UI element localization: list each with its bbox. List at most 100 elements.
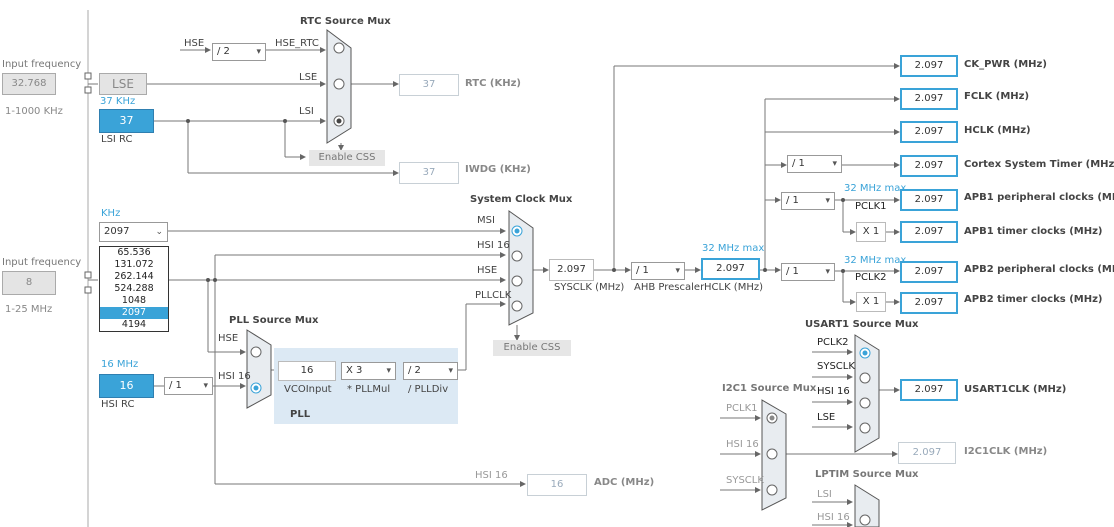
apb2-timer-label: APB2 timer clocks (MHz)	[964, 294, 1103, 305]
cortex-timer-divider-value: / 1	[792, 158, 805, 169]
pll-mux-shape	[246, 329, 272, 409]
pclk2-label: PCLK2	[855, 272, 887, 283]
hclk-out-value: 2.097	[900, 121, 958, 143]
apb2-timer-value: 2.097	[900, 292, 958, 314]
rtc-output-value: 37	[399, 74, 459, 96]
msi-option[interactable]: 4194	[100, 319, 168, 331]
hse-rtc-divider-select[interactable]: / 2 ▾	[212, 43, 266, 61]
rtc-enable-css-button[interactable]: Enable CSS	[309, 150, 385, 166]
cortex-timer-divider-select[interactable]: / 1 ▾	[787, 155, 842, 173]
adc-label: ADC (MHz)	[594, 477, 655, 488]
msi-option[interactable]: 524.288	[100, 283, 168, 295]
chevron-down-icon: ▾	[256, 47, 261, 57]
hclk-input-field[interactable]: 2.097	[701, 258, 760, 280]
rtc-hse-label: HSE	[184, 38, 205, 49]
apb2-max-label: 32 MHz max	[844, 255, 907, 266]
i2c1-pclk1-label: PCLK1	[726, 403, 758, 414]
pll-div-select[interactable]: / 2 ▾	[403, 362, 458, 380]
msi-option[interactable]: 1048	[100, 295, 168, 307]
hsi-rc-block[interactable]: 16	[99, 374, 154, 398]
hsi-divider-value: / 1	[169, 380, 182, 391]
apb1-peripheral-value: 2.097	[900, 189, 958, 211]
chevron-down-icon: ▾	[448, 366, 453, 376]
ahb-prescaler-select[interactable]: / 1 ▾	[631, 262, 685, 280]
msi-unit-label: KHz	[101, 208, 121, 219]
adc-value: 16	[527, 474, 587, 496]
msi-selected-value: 2097	[104, 226, 130, 237]
hse-range-label: 1-25 MHz	[5, 304, 53, 315]
lptim-mux-title: LPTIM Source Mux	[815, 469, 919, 480]
ahb-prescaler-label: AHB Prescaler	[634, 282, 705, 293]
pll-title: PLL	[290, 409, 311, 420]
apb1-timer-label: APB1 timer clocks (MHz)	[964, 226, 1103, 237]
sysclk-enable-css-button[interactable]: Enable CSS	[493, 340, 571, 356]
lsi-frequency-label: 37 KHz	[100, 96, 136, 107]
pll-mux-title: PLL Source Mux	[229, 315, 319, 326]
i2c1clk-value: 2.097	[898, 442, 956, 464]
msi-option[interactable]: 65.536	[100, 247, 168, 259]
pll-hse-label: HSE	[218, 333, 239, 344]
chevron-down-icon: ▾	[825, 196, 830, 206]
apb2-timer-multiplier: X 1	[856, 292, 886, 312]
usart1-mux-title: USART1 Source Mux	[805, 319, 919, 330]
ahb-prescaler-value: / 1	[636, 265, 649, 276]
hse-rtc-divider-value: / 2	[217, 46, 230, 57]
msi-option[interactable]: 131.072	[100, 259, 168, 271]
i2c1-hsi16-label: HSI 16	[726, 439, 759, 450]
apb1-prescaler-value: / 1	[786, 195, 799, 206]
chevron-down-icon: ▾	[825, 267, 830, 277]
usart1clk-label: USART1CLK (MHz)	[964, 384, 1067, 395]
apb1-prescaler-select[interactable]: / 1 ▾	[781, 192, 835, 210]
lse-range-label: 1-1000 KHz	[5, 106, 63, 117]
msi-dropdown-list: 65.536 131.072 262.144 524.288 1048 2097…	[99, 246, 169, 332]
vco-input-value: 16	[278, 361, 336, 381]
chevron-down-icon: ▾	[675, 266, 680, 276]
iwdg-output-label: IWDG (KHz)	[465, 164, 531, 175]
msi-option-selected[interactable]: 2097	[100, 307, 168, 319]
sysclk-value: 2.097	[549, 259, 594, 281]
hsi-divider-select[interactable]: / 1 ▾	[164, 377, 213, 395]
hse-frequency-input[interactable]: 8	[2, 271, 56, 295]
hclk-label: HCLK (MHz)	[704, 282, 764, 293]
ck-pwr-value: 2.097	[900, 55, 958, 77]
pll-mul-select[interactable]: X 3 ▾	[341, 362, 396, 380]
rtc-lse-label: LSE	[299, 72, 318, 83]
apb1-timer-multiplier: X 1	[856, 222, 886, 242]
sysclk-hse-label: HSE	[477, 265, 498, 276]
apb2-prescaler-select[interactable]: / 1 ▾	[781, 263, 835, 281]
sysclk-hsi16-label: HSI 16	[477, 240, 510, 251]
chevron-down-icon: ▾	[832, 159, 837, 169]
sysclk-label: SYSCLK (MHz)	[554, 282, 625, 293]
cortex-timer-label: Cortex System Timer (MHz)	[964, 159, 1114, 170]
apb1-max-label: 32 MHz max	[844, 183, 907, 194]
fclk-label: FCLK (MHz)	[964, 91, 1030, 102]
usart1-hsi16-label: HSI 16	[817, 386, 850, 397]
apb1-peripheral-label: APB1 peripheral clocks (MHz)	[964, 192, 1114, 203]
hsi-frequency-label: 16 MHz	[101, 359, 139, 370]
hsi-rc-label: HSI RC	[101, 399, 135, 410]
msi-option[interactable]: 262.144	[100, 271, 168, 283]
fclk-value: 2.097	[900, 88, 958, 110]
pclk1-label: PCLK1	[855, 201, 887, 212]
usart1-lse-label: LSE	[817, 412, 836, 423]
msi-frequency-select[interactable]: 2097 ⌄	[99, 222, 168, 242]
apb1-timer-value: 2.097	[900, 221, 958, 243]
usart1clk-value: 2.097	[900, 379, 958, 401]
iwdg-output-value: 37	[399, 162, 459, 184]
i2c1-sysclk-label: SYSCLK	[726, 475, 764, 486]
lse-frequency-input[interactable]: 32.768	[2, 73, 56, 95]
chevron-down-icon: ▾	[203, 381, 208, 391]
pll-mul-label: * PLLMul	[347, 384, 391, 395]
apb2-prescaler-value: / 1	[786, 266, 799, 277]
hclk-out-label: HCLK (MHz)	[964, 125, 1031, 136]
pll-div-label: / PLLDiv	[408, 384, 449, 395]
hse-rtc-label: HSE_RTC	[275, 38, 319, 49]
sysclk-msi-label: MSI	[477, 215, 495, 226]
pll-mul-value: X 3	[346, 365, 363, 376]
i2c1clk-label: I2C1CLK (MHz)	[964, 446, 1048, 457]
pll-div-value: / 2	[408, 365, 421, 376]
rtc-output-label: RTC (KHz)	[465, 78, 521, 89]
chevron-down-icon: ⌄	[155, 227, 163, 237]
cortex-timer-value: 2.097	[900, 155, 958, 177]
lsi-rc-block[interactable]: 37	[99, 109, 154, 133]
